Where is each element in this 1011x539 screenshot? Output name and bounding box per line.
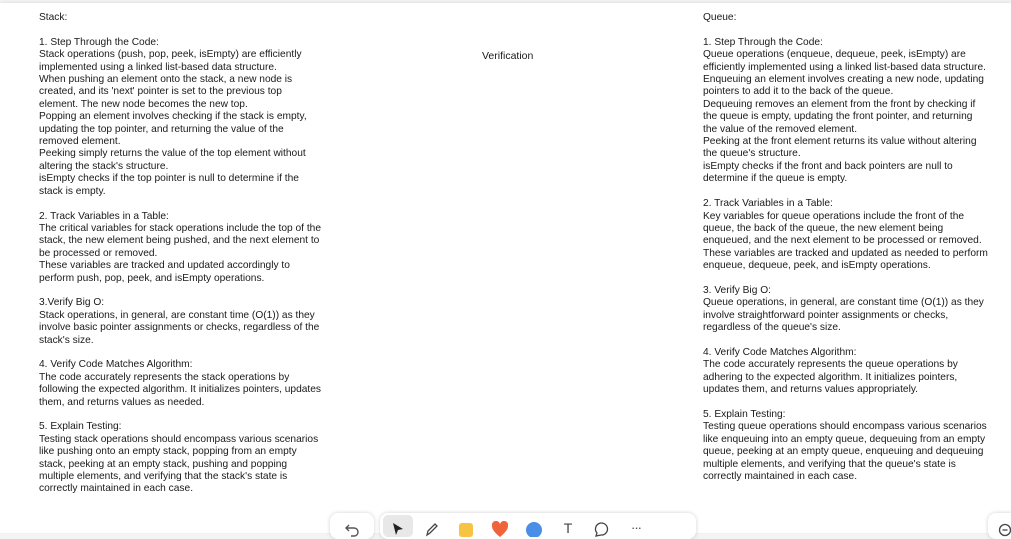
verification-text-note[interactable]: Verification (482, 50, 533, 62)
select-cursor-icon (393, 523, 403, 535)
comment-tool-button[interactable] (587, 515, 617, 537)
shape-icon (492, 521, 508, 537)
creation-toolbar: T ··· (380, 513, 696, 539)
zoom-out-icon[interactable] (998, 523, 1011, 539)
pen-icon (425, 523, 438, 537)
more-tools-button[interactable]: ··· (621, 515, 651, 537)
zoom-toolbar (988, 513, 1011, 539)
circle-tool-button[interactable] (519, 515, 549, 537)
pen-tool-button[interactable] (417, 515, 447, 537)
sticky-note-icon (459, 523, 473, 537)
undo-icon (345, 524, 359, 537)
select-tool-button[interactable] (383, 515, 413, 537)
text-tool-button[interactable]: T (553, 515, 583, 537)
stack-text-note[interactable]: Stack: 1. Step Through the Code: Stack o… (39, 12, 323, 496)
queue-text-note[interactable]: Queue: 1. Step Through the Code: Queue o… (703, 12, 988, 483)
whiteboard-canvas[interactable]: Stack: 1. Step Through the Code: Stack o… (0, 3, 1011, 533)
comment-icon (594, 522, 609, 537)
sticky-note-tool-button[interactable] (451, 515, 481, 537)
circle-icon (526, 522, 542, 537)
undo-toolbar (330, 513, 374, 539)
undo-button[interactable] (337, 515, 367, 537)
shape-tool-button[interactable] (485, 515, 515, 537)
